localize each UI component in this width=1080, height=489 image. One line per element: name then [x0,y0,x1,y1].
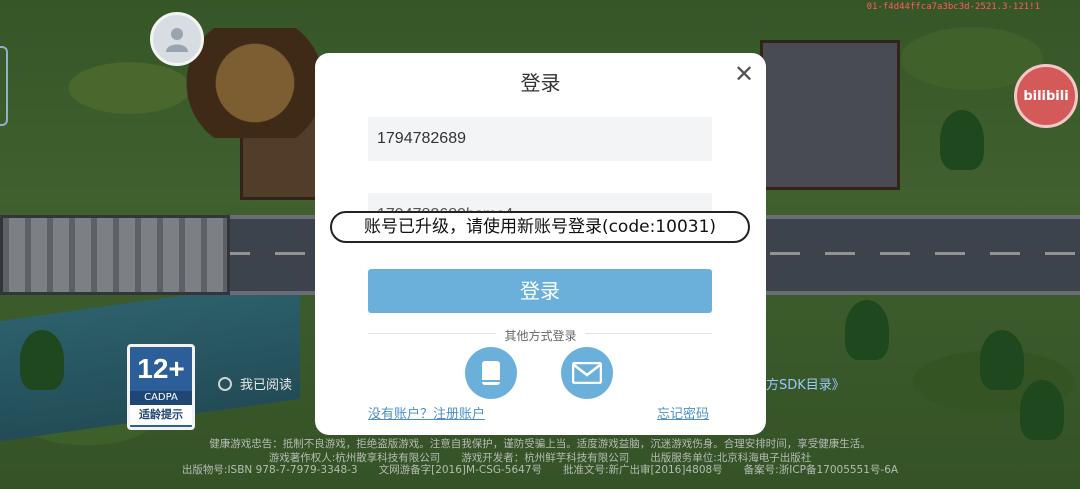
build-id: 01-f4d44ffca7a3bc3d-2521.3-121!1 [866,2,1040,12]
username-input[interactable] [368,117,712,161]
dialog-title: 登录 [520,71,561,95]
close-icon[interactable]: ✕ [733,62,755,86]
login-button[interactable]: 登录 [368,269,712,313]
mail-icon [572,362,602,384]
age-rating-number: 12+ [137,353,185,384]
health-notice: 健康游戏忠告：抵制不良游戏，拒绝盗版游戏。注意自我保护，谨防受骗上当。适度游戏益… [209,438,871,450]
person-icon [166,28,188,52]
forgot-password-link[interactable]: 忘记密码 [657,403,709,422]
other-methods-label-row: 其他方式登录 [315,325,766,344]
agreement-row: 我已阅读 [218,374,292,393]
other-methods-label: 其他方式登录 [496,329,585,343]
agreement-text: 我已阅读 [240,378,293,393]
error-toast: 账号已升级，请使用新账号登录(code:10031) [330,211,750,243]
register-link[interactable]: 没有账户？注册账户 [368,403,485,422]
phone-login-button[interactable] [465,347,517,399]
age-rating-badge[interactable]: 12+ CADPA 适龄提示 [127,344,195,430]
bilibili-label: bilibili [1023,88,1069,104]
publication-info: 出版物号:ISBN 978-7-7979-3348-3 文网游备字[2016]M… [181,464,899,476]
agreement-checkbox[interactable] [218,376,232,391]
phone-icon [482,361,500,385]
user-avatar-icon[interactable] [150,12,204,66]
side-panel-tab[interactable] [0,46,8,126]
age-rating-org: CADPA [130,391,192,405]
email-login-button[interactable] [561,347,613,399]
bilibili-logo[interactable]: bilibili [1014,64,1078,128]
login-dialog: 登录 ✕ 登录 其他方式登录 没有账户？注册账户 忘记密码 [315,53,766,435]
sdk-list-link[interactable]: 方SDK目录》 [766,374,845,393]
age-rating-tip: 适龄提示 [130,405,192,425]
